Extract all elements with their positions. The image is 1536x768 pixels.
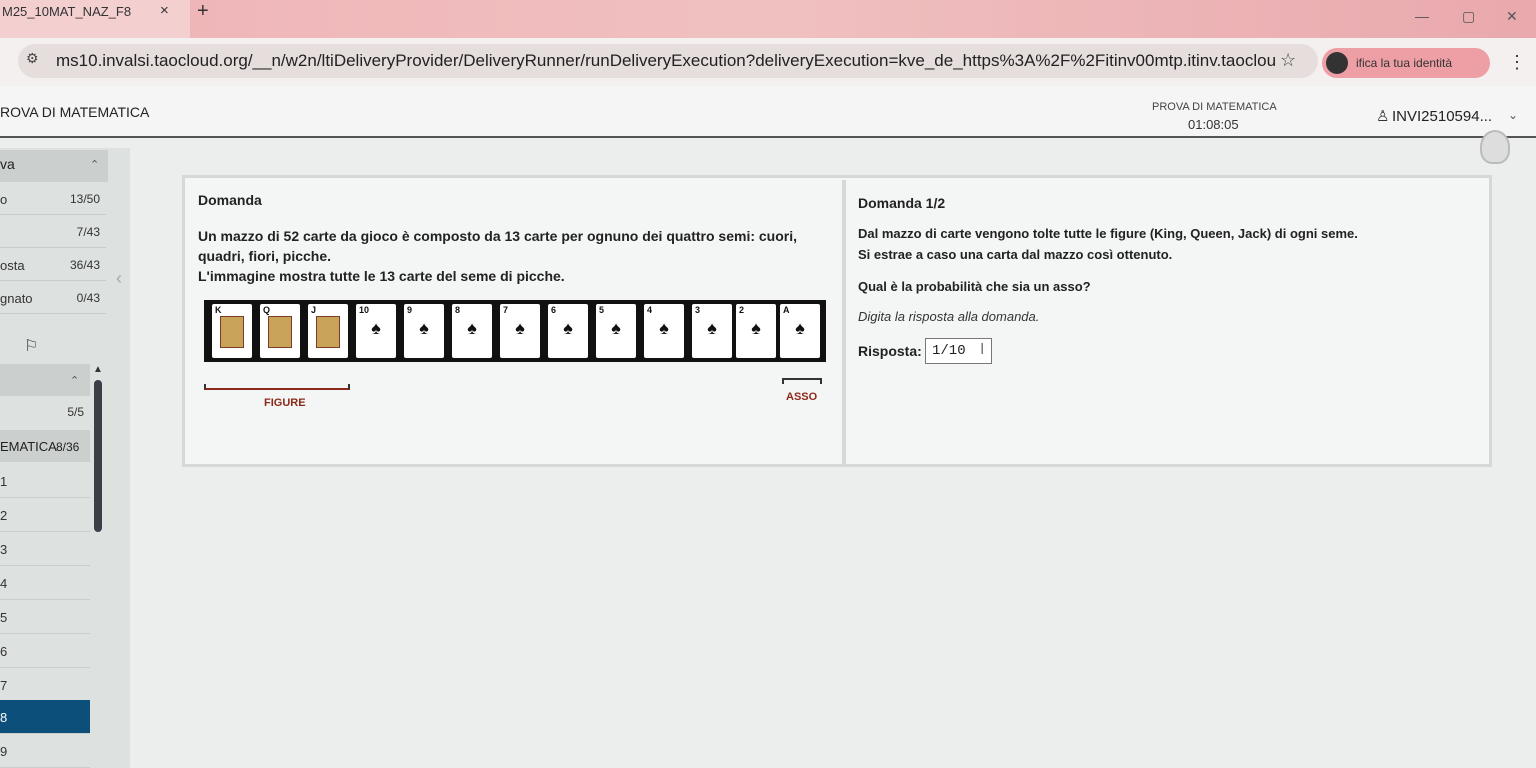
jack-face-icon [316, 316, 340, 348]
spade-icon: ♠ [659, 318, 669, 338]
page-title: ROVA DI MATEMATICA [0, 104, 150, 120]
minimize-icon[interactable]: — [1415, 8, 1429, 24]
spade-icon: ♠ [419, 318, 429, 338]
interaction-title: Domanda 1/2 [858, 195, 946, 211]
close-window-icon[interactable]: ✕ [1506, 8, 1518, 25]
question-item-3[interactable]: 3 [0, 532, 90, 566]
queen-face-icon [268, 316, 292, 348]
card-4: 4 ♠ [644, 304, 684, 358]
sidebar-filter-all[interactable]: o 13/50 [0, 183, 106, 215]
collapse-sidebar-icon[interactable]: ‹ [116, 268, 122, 289]
card-9: 9 ♠ [404, 304, 444, 358]
question-item-2[interactable]: 2 [0, 498, 90, 532]
scroll-up-icon[interactable]: ▲ [93, 364, 103, 375]
site-settings-icon[interactable]: ⚙ [26, 50, 39, 67]
spade-icon: ♠ [611, 318, 621, 338]
url-text[interactable]: ms10.invalsi.taocloud.org/__n/w2n/ltiDel… [56, 51, 1276, 71]
question-item-5[interactable]: 5 [0, 600, 90, 634]
card-8: 8 ♠ [452, 304, 492, 358]
card-2: 2 ♠ [736, 304, 776, 358]
card-7: 7 ♠ [500, 304, 540, 358]
section-progress: 5/5 [67, 405, 84, 419]
ace-label: ASSO [786, 391, 818, 403]
phone-charm [1480, 130, 1510, 164]
spade-icon: ♠ [515, 318, 525, 338]
card-3: 3 ♠ [692, 304, 732, 358]
avatar [1326, 52, 1348, 74]
question-item-1[interactable]: 1 [0, 464, 90, 498]
panel-divider [842, 180, 846, 466]
spade-icon: ♠ [707, 318, 717, 338]
user-id[interactable]: INVI2510594... [1392, 108, 1492, 125]
card-6: 6 ♠ [548, 304, 588, 358]
tab-title: M25_10MAT_NAZ_F8 [2, 4, 132, 19]
cards-image: K Q J 10 ♠ 9 ♠ 8 ♠ 7 ♠ 6 ♠ 5 ♠ 4 ♠ 3 ♠ 2 ♠ A ♠ [204, 300, 826, 362]
chevron-down-icon[interactable]: ⌄ [1508, 108, 1518, 122]
spade-icon: ♠ [751, 318, 761, 338]
text-cursor-icon: I [980, 341, 985, 358]
sidebar-filter-flagged[interactable]: gnato 0/43 [0, 282, 106, 314]
spade-icon: ♠ [563, 318, 573, 338]
question-item-7[interactable]: 7 [0, 668, 90, 702]
bookmark-star-icon[interactable]: ☆ [1280, 50, 1296, 71]
chevron-up-icon[interactable]: ⌃ [70, 374, 79, 387]
spade-icon: ♠ [371, 318, 381, 338]
timer: 01:08:05 [1188, 117, 1239, 132]
card-queen: Q [260, 304, 300, 358]
sidebar-header-label: va [0, 156, 15, 172]
sidebar-filter-answered[interactable]: osta 36/43 [0, 249, 106, 281]
scrollbar[interactable] [94, 380, 102, 532]
card-jack: J [308, 304, 348, 358]
browser-tab[interactable]: M25_10MAT_NAZ_F8 × [0, 0, 190, 38]
figure-bracket [204, 384, 350, 390]
maximize-icon[interactable]: ▢ [1462, 8, 1475, 25]
king-face-icon [220, 316, 244, 348]
answer-hint: Digita la risposta alla domanda. [858, 309, 1040, 324]
section-header[interactable]: ⌃ [0, 364, 90, 396]
spade-icon: ♠ [467, 318, 477, 338]
question-item-6[interactable]: 6 [0, 634, 90, 668]
profile-text: ifica la tua identità [1356, 56, 1453, 70]
spade-icon: ♠ [795, 318, 805, 338]
question-label: Domanda [198, 192, 262, 208]
interaction-text-2: Si estrae a caso una carta dal mazzo cos… [858, 247, 1173, 262]
question-intro: Un mazzo di 52 carte da gioco è composto… [198, 228, 798, 264]
figure-label: FIGURE [264, 397, 306, 409]
test-title: PROVA DI MATEMATICA [1152, 101, 1277, 113]
question-item-4[interactable]: 4 [0, 566, 90, 600]
tab-close-icon[interactable]: × [160, 2, 169, 19]
card-10: 10 ♠ [356, 304, 396, 358]
browser-menu-icon[interactable]: ⋮ [1508, 52, 1526, 73]
user-icon: ♙ [1376, 108, 1390, 125]
section-title[interactable]: EMATICA 8/36 [0, 430, 90, 462]
ace-bracket [782, 378, 822, 384]
sidebar-header[interactable]: va ⌃ [0, 150, 108, 182]
question-image-caption: L'immagine mostra tutte le 13 carte del … [198, 268, 565, 284]
card-king: K [212, 304, 252, 358]
card-ace: A ♠ [780, 304, 820, 358]
app-header [0, 86, 1536, 138]
sidebar-filter-unseen[interactable]: 7/43 [0, 216, 106, 248]
flag-icon[interactable]: ⚐ [24, 336, 38, 356]
answer-label: Risposta: [858, 343, 922, 359]
new-tab-icon[interactable]: + [197, 0, 209, 23]
card-5: 5 ♠ [596, 304, 636, 358]
question-item-9[interactable]: 9 [0, 734, 90, 768]
interaction-prompt: Qual è la probabilità che sia un asso? [858, 279, 1091, 294]
question-item-8[interactable]: 8 [0, 700, 90, 734]
browser-tabbar [0, 0, 1536, 38]
interaction-text-1: Dal mazzo di carte vengono tolte tutte l… [858, 226, 1358, 241]
chevron-up-icon[interactable]: ⌃ [90, 158, 99, 171]
